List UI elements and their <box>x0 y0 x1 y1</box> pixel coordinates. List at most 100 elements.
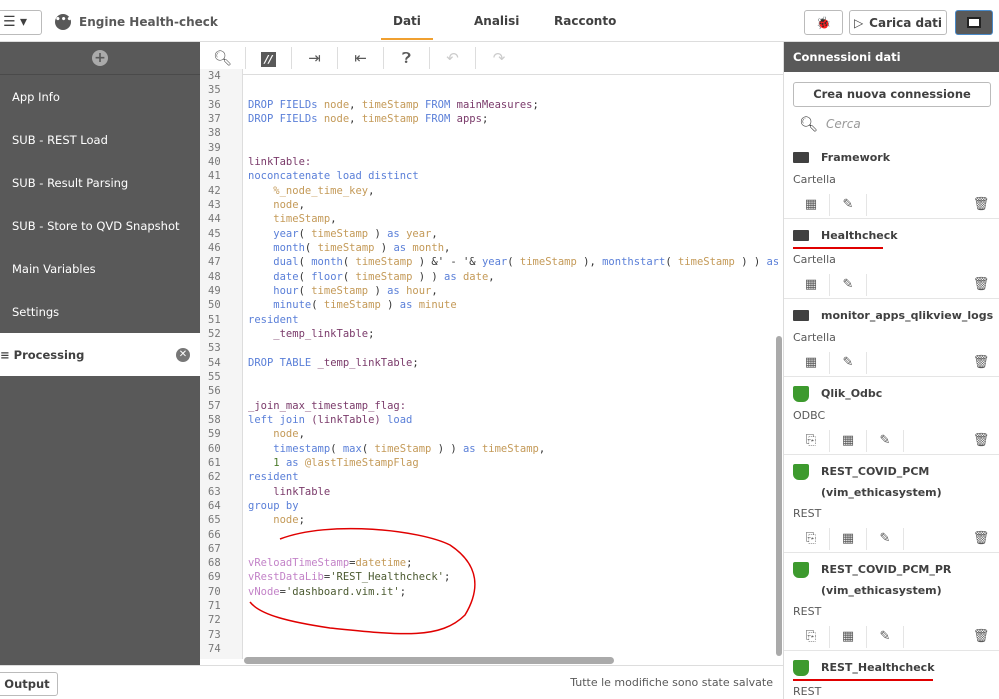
select-data-icon[interactable]: ▦ <box>830 429 867 452</box>
insert-script-icon[interactable]: ⎘ <box>793 625 830 648</box>
code-token: group by <box>248 499 299 512</box>
code-token: month <box>248 241 305 254</box>
tab-dati[interactable]: Dati <box>381 14 433 40</box>
code-token: as <box>387 284 407 297</box>
load-data-button[interactable]: ▷ Carica dati <box>849 10 947 35</box>
edit-icon[interactable]: ✎ <box>867 429 904 452</box>
connection-item[interactable]: Framework Cartella ▦ ✎ 🗑︎ <box>784 141 999 219</box>
footer: Output Tutte le modifiche sono state sal… <box>0 665 783 699</box>
sidebar-item-app-info[interactable]: App Info <box>0 75 200 118</box>
debug-button[interactable]: 🐞 <box>804 10 843 35</box>
select-data-icon[interactable]: ▦ <box>830 625 867 648</box>
code-token: _temp_linkTable <box>248 327 369 340</box>
sidebar-item-store-qvd[interactable]: SUB - Store to QVD Snapshot <box>0 204 200 247</box>
add-section-button[interactable]: + <box>0 42 200 75</box>
code-token: node <box>323 98 350 111</box>
select-data-icon[interactable]: ▦ <box>793 193 830 216</box>
comment-icon[interactable]: // <box>246 47 292 69</box>
connection-item[interactable]: Qlik_Odbc ODBC ⎘ ▦ ✎ 🗑︎ <box>784 377 999 455</box>
connection-item[interactable]: REST_COVID_PCM (vim_ethicasystem) REST ⎘ ▦ ✎… <box>784 455 999 553</box>
outdent-icon[interactable]: ⇤ <box>338 47 384 69</box>
edit-icon[interactable]: ✎ <box>830 193 867 216</box>
code-token: ( <box>298 270 312 283</box>
search-icon[interactable]: 🔍︎ <box>200 47 246 69</box>
select-data-icon[interactable]: ▦ <box>793 351 830 374</box>
sidebar-item-result-parsing[interactable]: SUB - Result Parsing <box>0 161 200 204</box>
trash-icon[interactable]: 🗑︎ <box>971 352 991 374</box>
code-token: timeStamp <box>311 284 369 297</box>
undo-icon[interactable]: ↶ <box>430 47 476 69</box>
line-number: 64 <box>208 499 221 512</box>
code-token: DROP TABLE <box>248 356 318 369</box>
connection-item[interactable]: REST_Healthcheck REST <box>784 651 999 699</box>
sidebar-item-rest-load[interactable]: SUB - REST Load <box>0 118 200 161</box>
tab-analisi[interactable]: Analisi <box>474 14 519 28</box>
edit-icon[interactable]: ✎ <box>867 625 904 648</box>
plug-icon <box>793 562 809 578</box>
code-token: minute <box>248 299 312 312</box>
line-number: 68 <box>208 557 221 570</box>
panel-toggle-button[interactable] <box>955 10 993 35</box>
trash-icon[interactable]: 🗑︎ <box>971 430 991 452</box>
select-data-icon[interactable]: ▦ <box>793 273 830 296</box>
app-icon: ••• <box>55 14 72 30</box>
trash-icon[interactable]: 🗑︎ <box>971 626 991 648</box>
tab-racconto[interactable]: Racconto <box>554 14 616 28</box>
trash-icon[interactable]: 🗑︎ <box>971 274 991 296</box>
sidebar-item-settings[interactable]: Settings <box>0 290 200 333</box>
line-number: 66 <box>208 528 221 541</box>
connection-type: REST <box>793 507 822 520</box>
code-token: monthstart <box>602 256 666 269</box>
edit-icon[interactable]: ✎ <box>830 351 867 374</box>
select-data-icon[interactable]: ▦ <box>830 527 867 550</box>
redo-icon[interactable]: ↷ <box>476 47 522 69</box>
insert-script-icon[interactable]: ⎘ <box>793 527 830 550</box>
connection-name: REST_COVID_PCM_PR (vim_ethicasystem) <box>821 563 952 597</box>
line-number: 50 <box>208 299 221 312</box>
drag-handle-icon[interactable]: ≡ <box>0 348 10 362</box>
code-token: timestamp <box>248 442 331 455</box>
play-icon: ▷ <box>853 15 864 30</box>
code-line: left join (linkTable) load <box>248 413 778 427</box>
code-line: dual( month( timeStamp ) &' - '& year( t… <box>248 255 778 269</box>
connection-item[interactable]: REST_COVID_PCM_PR (vim_ethicasystem) REST… <box>784 553 999 651</box>
code-token: ) <box>374 241 394 254</box>
trash-icon[interactable]: 🗑︎ <box>971 528 991 550</box>
code-line: vReloadTimeStamp=datetime; <box>248 556 778 570</box>
panel-icon <box>967 17 981 28</box>
help-icon[interactable]: ❓︎ <box>384 47 430 69</box>
code-token: , <box>349 98 362 111</box>
connection-item[interactable]: monitor_apps_qlikview_logs Cartella ▦ ✎ 🗑︎ <box>784 299 999 377</box>
code-token: timeStamp <box>481 442 539 455</box>
connection-item[interactable]: Healthcheck Cartella ▦ ✎ 🗑︎ <box>784 219 999 299</box>
sidebar-item-main-variables[interactable]: Main Variables <box>0 247 200 290</box>
line-number: 46 <box>208 241 221 254</box>
edit-icon[interactable]: ✎ <box>867 527 904 550</box>
line-number: 40 <box>208 155 221 168</box>
nav-menu-button[interactable]: ☰ ▾ <box>0 10 42 35</box>
edit-icon[interactable]: ✎ <box>830 273 867 296</box>
indent-icon[interactable]: ⇥ <box>292 47 338 69</box>
code-token: hour <box>248 284 299 297</box>
code-line: vNode='dashboard.vim.it'; <box>248 585 778 599</box>
sidebar-item-processing[interactable]: ≡ Processing ✕ <box>0 333 200 376</box>
line-numbers: 34 35 36 37 38 39 40 41 42 43 44 45 46 47 48 49 50 51 52 53… <box>200 69 243 659</box>
connection-search[interactable]: 🔍︎ Cerca <box>784 107 999 141</box>
code-token: timeStamp <box>677 256 735 269</box>
code-line: DROP FIELDs node, timeStamp FROM apps; <box>248 112 778 126</box>
code-token: , <box>431 284 438 297</box>
close-section-icon[interactable]: ✕ <box>176 347 190 362</box>
connection-type: Cartella <box>793 173 836 186</box>
trash-icon[interactable]: 🗑︎ <box>971 194 991 216</box>
script-editor[interactable]: DROP FIELDs node, timeStamp FROM mainMea… <box>248 69 778 649</box>
insert-script-icon[interactable]: ⎘ <box>793 429 830 452</box>
line-number: 53 <box>208 342 221 355</box>
vertical-scrollbar[interactable] <box>776 336 782 656</box>
horizontal-scrollbar[interactable] <box>244 657 614 664</box>
code-token: as <box>285 456 305 469</box>
output-button[interactable]: Output <box>0 672 58 696</box>
create-connection-button[interactable]: Crea nuova connessione <box>793 82 991 107</box>
